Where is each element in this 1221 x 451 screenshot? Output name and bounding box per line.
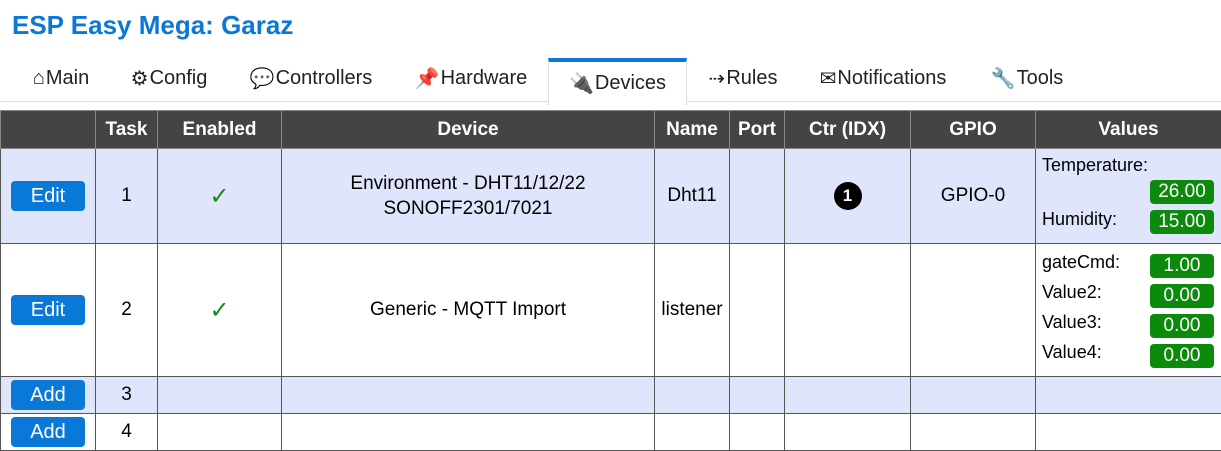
action-cell: Edit	[1, 244, 96, 377]
value-badge: 26.00	[1150, 180, 1214, 204]
device-name-line: SONOFF2301/7021	[282, 196, 654, 221]
page-title: ESP Easy Mega: Garaz	[12, 8, 293, 42]
column-header-ctr: Ctr (IDX)	[785, 111, 911, 149]
column-header	[1, 111, 96, 149]
port-cell	[730, 414, 785, 451]
menu-bar: ⌂ Main ⚙ Config 💬 Controllers 📌 Hardware…	[0, 55, 1221, 102]
task-number: 2	[96, 244, 158, 377]
wrench-icon: 🔧	[991, 66, 1016, 91]
gpio-cell	[911, 414, 1036, 451]
pin-icon: 📌	[415, 66, 440, 91]
device-cell	[282, 414, 655, 451]
enabled-cell: ✓	[158, 244, 282, 377]
tab-rules[interactable]: ⇢ Rules	[698, 55, 788, 102]
task-number: 4	[96, 414, 158, 451]
values-cell	[1036, 414, 1221, 451]
value-badge: 1.00	[1150, 254, 1214, 278]
tab-label: Tools	[1017, 67, 1064, 90]
value-label: Value3:	[1042, 312, 1102, 333]
action-cell: Add	[1, 414, 96, 451]
tab-main[interactable]: ⌂ Main	[20, 55, 102, 102]
table-row: Edit 2 ✓ Generic - MQTT Import listener …	[1, 244, 1221, 377]
task-number: 1	[96, 149, 158, 244]
device-cell: Environment - DHT11/12/22 SONOFF2301/702…	[282, 149, 655, 244]
gpio-cell	[911, 244, 1036, 377]
action-cell: Add	[1, 377, 96, 414]
value-badge: 0.00	[1150, 284, 1214, 308]
chat-icon: 💬	[250, 66, 275, 91]
task-name	[655, 377, 730, 414]
port-cell	[730, 377, 785, 414]
plug-icon: 🔌	[569, 71, 594, 96]
values-cell: Temperature: 26.00 Humidity: 15.00	[1036, 149, 1221, 244]
task-name: Dht11	[655, 149, 730, 244]
values-cell	[1036, 377, 1221, 414]
tab-label: Rules	[726, 67, 777, 90]
device-name-line: Environment - DHT11/12/22	[282, 171, 654, 196]
value-label: gateCmd:	[1042, 252, 1120, 273]
devices-table: Task Enabled Device Name Port Ctr (IDX) …	[0, 110, 1221, 451]
tab-label: Notifications	[837, 67, 946, 90]
value-label: Humidity:	[1042, 209, 1117, 230]
envelope-icon: ✉	[820, 66, 837, 91]
tab-devices[interactable]: 🔌 Devices	[548, 58, 687, 106]
column-header-name: Name	[655, 111, 730, 149]
port-cell	[730, 149, 785, 244]
task-name	[655, 414, 730, 451]
column-header-task: Task	[96, 111, 158, 149]
column-header-values: Values	[1036, 111, 1221, 149]
value-badge: 15.00	[1150, 210, 1214, 234]
tab-config[interactable]: ⚙ Config	[120, 55, 218, 102]
values-cell: gateCmd: 1.00 Value2: 0.00 Value3: 0.00 …	[1036, 244, 1221, 377]
arrow-icon: ⇢	[709, 66, 726, 91]
value-label: Value2:	[1042, 282, 1102, 303]
gpio-cell	[911, 377, 1036, 414]
gpio-cell: GPIO-0	[911, 149, 1036, 244]
enabled-cell	[158, 414, 282, 451]
edit-button[interactable]: Edit	[11, 181, 85, 211]
column-header-device: Device	[282, 111, 655, 149]
tab-tools[interactable]: 🔧 Tools	[978, 55, 1076, 102]
value-badge: 0.00	[1150, 314, 1214, 338]
tab-label: Devices	[595, 72, 666, 95]
ctr-cell: 1	[785, 149, 911, 244]
add-button[interactable]: Add	[11, 417, 85, 447]
ctr-cell	[785, 414, 911, 451]
tab-label: Config	[150, 67, 208, 90]
tab-controllers[interactable]: 💬 Controllers	[238, 55, 384, 102]
tab-label: Hardware	[441, 67, 528, 90]
tab-label: Controllers	[276, 67, 373, 90]
table-row: Add 4	[1, 414, 1221, 451]
column-header-enabled: Enabled	[158, 111, 282, 149]
controller-number-icon: 1	[834, 182, 862, 210]
device-cell: Generic - MQTT Import	[282, 244, 655, 377]
value-label: Temperature:	[1042, 155, 1148, 176]
table-header-row: Task Enabled Device Name Port Ctr (IDX) …	[1, 111, 1221, 149]
action-cell: Edit	[1, 149, 96, 244]
device-cell	[282, 377, 655, 414]
value-badge: 0.00	[1150, 344, 1214, 368]
port-cell	[730, 244, 785, 377]
tab-notifications[interactable]: ✉ Notifications	[806, 55, 960, 102]
column-header-gpio: GPIO	[911, 111, 1036, 149]
tab-hardware[interactable]: 📌 Hardware	[402, 55, 540, 102]
enabled-cell: ✓	[158, 149, 282, 244]
enabled-cell	[158, 377, 282, 414]
checkmark-icon: ✓	[209, 183, 229, 210]
table-row: Add 3	[1, 377, 1221, 414]
ctr-cell	[785, 377, 911, 414]
ctr-cell	[785, 244, 911, 377]
add-button[interactable]: Add	[11, 380, 85, 410]
task-number: 3	[96, 377, 158, 414]
task-name: listener	[655, 244, 730, 377]
column-header-port: Port	[730, 111, 785, 149]
edit-button[interactable]: Edit	[11, 295, 85, 325]
table-row: Edit 1 ✓ Environment - DHT11/12/22 SONOF…	[1, 149, 1221, 244]
checkmark-icon: ✓	[209, 297, 229, 324]
value-label: Value4:	[1042, 342, 1102, 363]
gear-icon: ⚙	[131, 66, 149, 91]
tab-label: Main	[46, 67, 89, 90]
home-icon: ⌂	[33, 67, 45, 90]
